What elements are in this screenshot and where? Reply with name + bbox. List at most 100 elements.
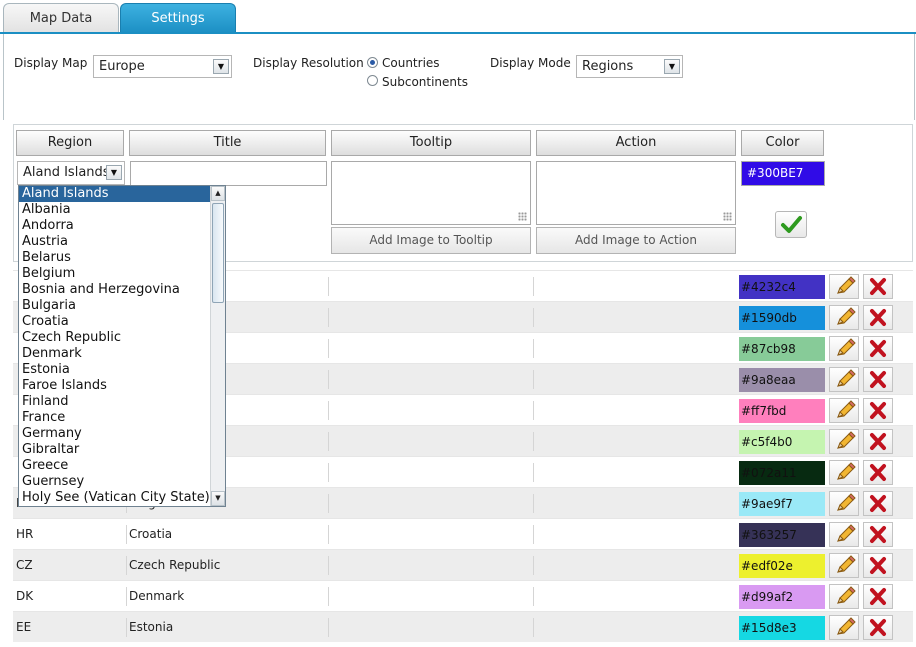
delete-row-button[interactable]	[863, 522, 893, 547]
dropdown-option[interactable]: Aland Islands	[19, 186, 210, 202]
column-divider	[328, 432, 329, 451]
column-divider	[328, 587, 329, 606]
delete-x-icon	[870, 433, 886, 450]
edit-row-button[interactable]	[829, 305, 859, 330]
row-color-swatch: #c5f4b0	[739, 430, 825, 454]
column-divider	[533, 401, 534, 420]
row-color-swatch: #edf02e	[739, 554, 825, 578]
row-color-swatch: #363257	[739, 523, 825, 547]
delete-row-button[interactable]	[863, 336, 893, 361]
dropdown-option[interactable]: Germany	[19, 426, 210, 442]
scroll-thumb[interactable]	[212, 203, 224, 303]
add-image-to-action-button[interactable]: Add Image to Action	[536, 227, 736, 254]
edit-row-button[interactable]	[829, 398, 859, 423]
dropdown-scrollbar[interactable]: ▲ ▼	[210, 186, 225, 506]
row-color-swatch: #072a11	[739, 461, 825, 485]
delete-row-button[interactable]	[863, 429, 893, 454]
column-divider	[126, 556, 127, 575]
chevron-down-icon: ▼	[664, 59, 680, 74]
dropdown-option[interactable]: Czech Republic	[19, 330, 210, 346]
scroll-up-icon[interactable]: ▲	[211, 186, 225, 201]
delete-x-icon	[870, 278, 886, 295]
action-textarea[interactable]	[536, 161, 736, 225]
header-region[interactable]: Region	[16, 130, 124, 156]
edit-row-button[interactable]	[829, 367, 859, 392]
column-divider	[533, 277, 534, 296]
column-divider	[533, 618, 534, 637]
edit-row-button[interactable]	[829, 491, 859, 516]
tooltip-textarea[interactable]	[331, 161, 531, 225]
dropdown-option[interactable]: Estonia	[19, 362, 210, 378]
dropdown-option[interactable]: Belarus	[19, 250, 210, 266]
delete-row-button[interactable]	[863, 274, 893, 299]
display-map-value: Europe	[99, 59, 145, 74]
row-code: CZ	[16, 558, 33, 572]
tab-map-data[interactable]: Map Data	[3, 3, 119, 33]
dropdown-option[interactable]: Austria	[19, 234, 210, 250]
delete-row-button[interactable]	[863, 305, 893, 330]
delete-row-button[interactable]	[863, 491, 893, 516]
resize-grip-icon[interactable]	[518, 212, 527, 221]
delete-row-button[interactable]	[863, 367, 893, 392]
region-dropdown-list[interactable]: Aland Islands Albania Andorra Austria Belaru…	[18, 185, 226, 507]
dropdown-option[interactable]: Bosnia and Herzegovina	[19, 282, 210, 298]
header-color[interactable]: Color	[741, 130, 824, 156]
display-mode-select[interactable]: Regions ▼	[576, 55, 683, 78]
edit-row-button[interactable]	[829, 429, 859, 454]
radio-subcontinents[interactable]	[367, 75, 378, 86]
table-row: DK Denmark #d99af2	[13, 580, 913, 611]
dropdown-option[interactable]: Bulgaria	[19, 298, 210, 314]
edit-row-button[interactable]	[829, 522, 859, 547]
column-divider	[126, 525, 127, 544]
dropdown-option[interactable]: Croatia	[19, 314, 210, 330]
delete-row-button[interactable]	[863, 615, 893, 640]
header-title[interactable]: Title	[129, 130, 326, 156]
dropdown-option[interactable]: Albania	[19, 202, 210, 218]
delete-x-icon	[870, 619, 886, 636]
edit-row-button[interactable]	[829, 274, 859, 299]
edit-row-button[interactable]	[829, 615, 859, 640]
dropdown-option[interactable]: France	[19, 410, 210, 426]
check-icon	[781, 216, 802, 233]
delete-x-icon	[870, 371, 886, 388]
title-input[interactable]	[130, 161, 327, 186]
color-input[interactable]: #300BE7	[741, 161, 825, 186]
delete-x-icon	[870, 402, 886, 419]
tab-settings[interactable]: Settings	[120, 3, 236, 33]
display-map-label: Display Map	[14, 56, 88, 70]
scroll-down-icon[interactable]: ▼	[211, 491, 225, 506]
header-action[interactable]: Action	[536, 130, 736, 156]
pencil-icon	[837, 586, 856, 604]
dropdown-option[interactable]: Gibraltar	[19, 442, 210, 458]
row-title: Denmark	[129, 589, 185, 603]
column-divider	[533, 556, 534, 575]
column-divider	[533, 587, 534, 606]
dropdown-option[interactable]: Greece	[19, 458, 210, 474]
delete-row-button[interactable]	[863, 460, 893, 485]
dropdown-option[interactable]: Guernsey	[19, 474, 210, 490]
dropdown-option[interactable]: Finland	[19, 394, 210, 410]
resize-grip-icon[interactable]	[723, 212, 732, 221]
edit-row-button[interactable]	[829, 553, 859, 578]
add-image-to-tooltip-button[interactable]: Add Image to Tooltip	[331, 227, 531, 254]
edit-row-button[interactable]	[829, 460, 859, 485]
row-color-swatch: #d99af2	[739, 585, 825, 609]
column-divider	[533, 525, 534, 544]
dropdown-option[interactable]: Denmark	[19, 346, 210, 362]
delete-row-button[interactable]	[863, 398, 893, 423]
dropdown-option[interactable]: Faroe Islands	[19, 378, 210, 394]
edit-row-button[interactable]	[829, 584, 859, 609]
region-select[interactable]: Aland Islands ▼	[17, 161, 125, 185]
dropdown-option[interactable]: Andorra	[19, 218, 210, 234]
radio-countries[interactable]	[367, 57, 378, 68]
row-color-swatch: #15d8e3	[739, 616, 825, 640]
display-map-select[interactable]: Europe ▼	[93, 55, 232, 78]
delete-x-icon	[870, 309, 886, 326]
save-region-button[interactable]	[775, 211, 807, 238]
dropdown-option[interactable]: Holy See (Vatican City State)	[19, 490, 210, 506]
delete-row-button[interactable]	[863, 553, 893, 578]
header-tooltip[interactable]: Tooltip	[331, 130, 531, 156]
dropdown-option[interactable]: Belgium	[19, 266, 210, 282]
delete-row-button[interactable]	[863, 584, 893, 609]
edit-row-button[interactable]	[829, 336, 859, 361]
